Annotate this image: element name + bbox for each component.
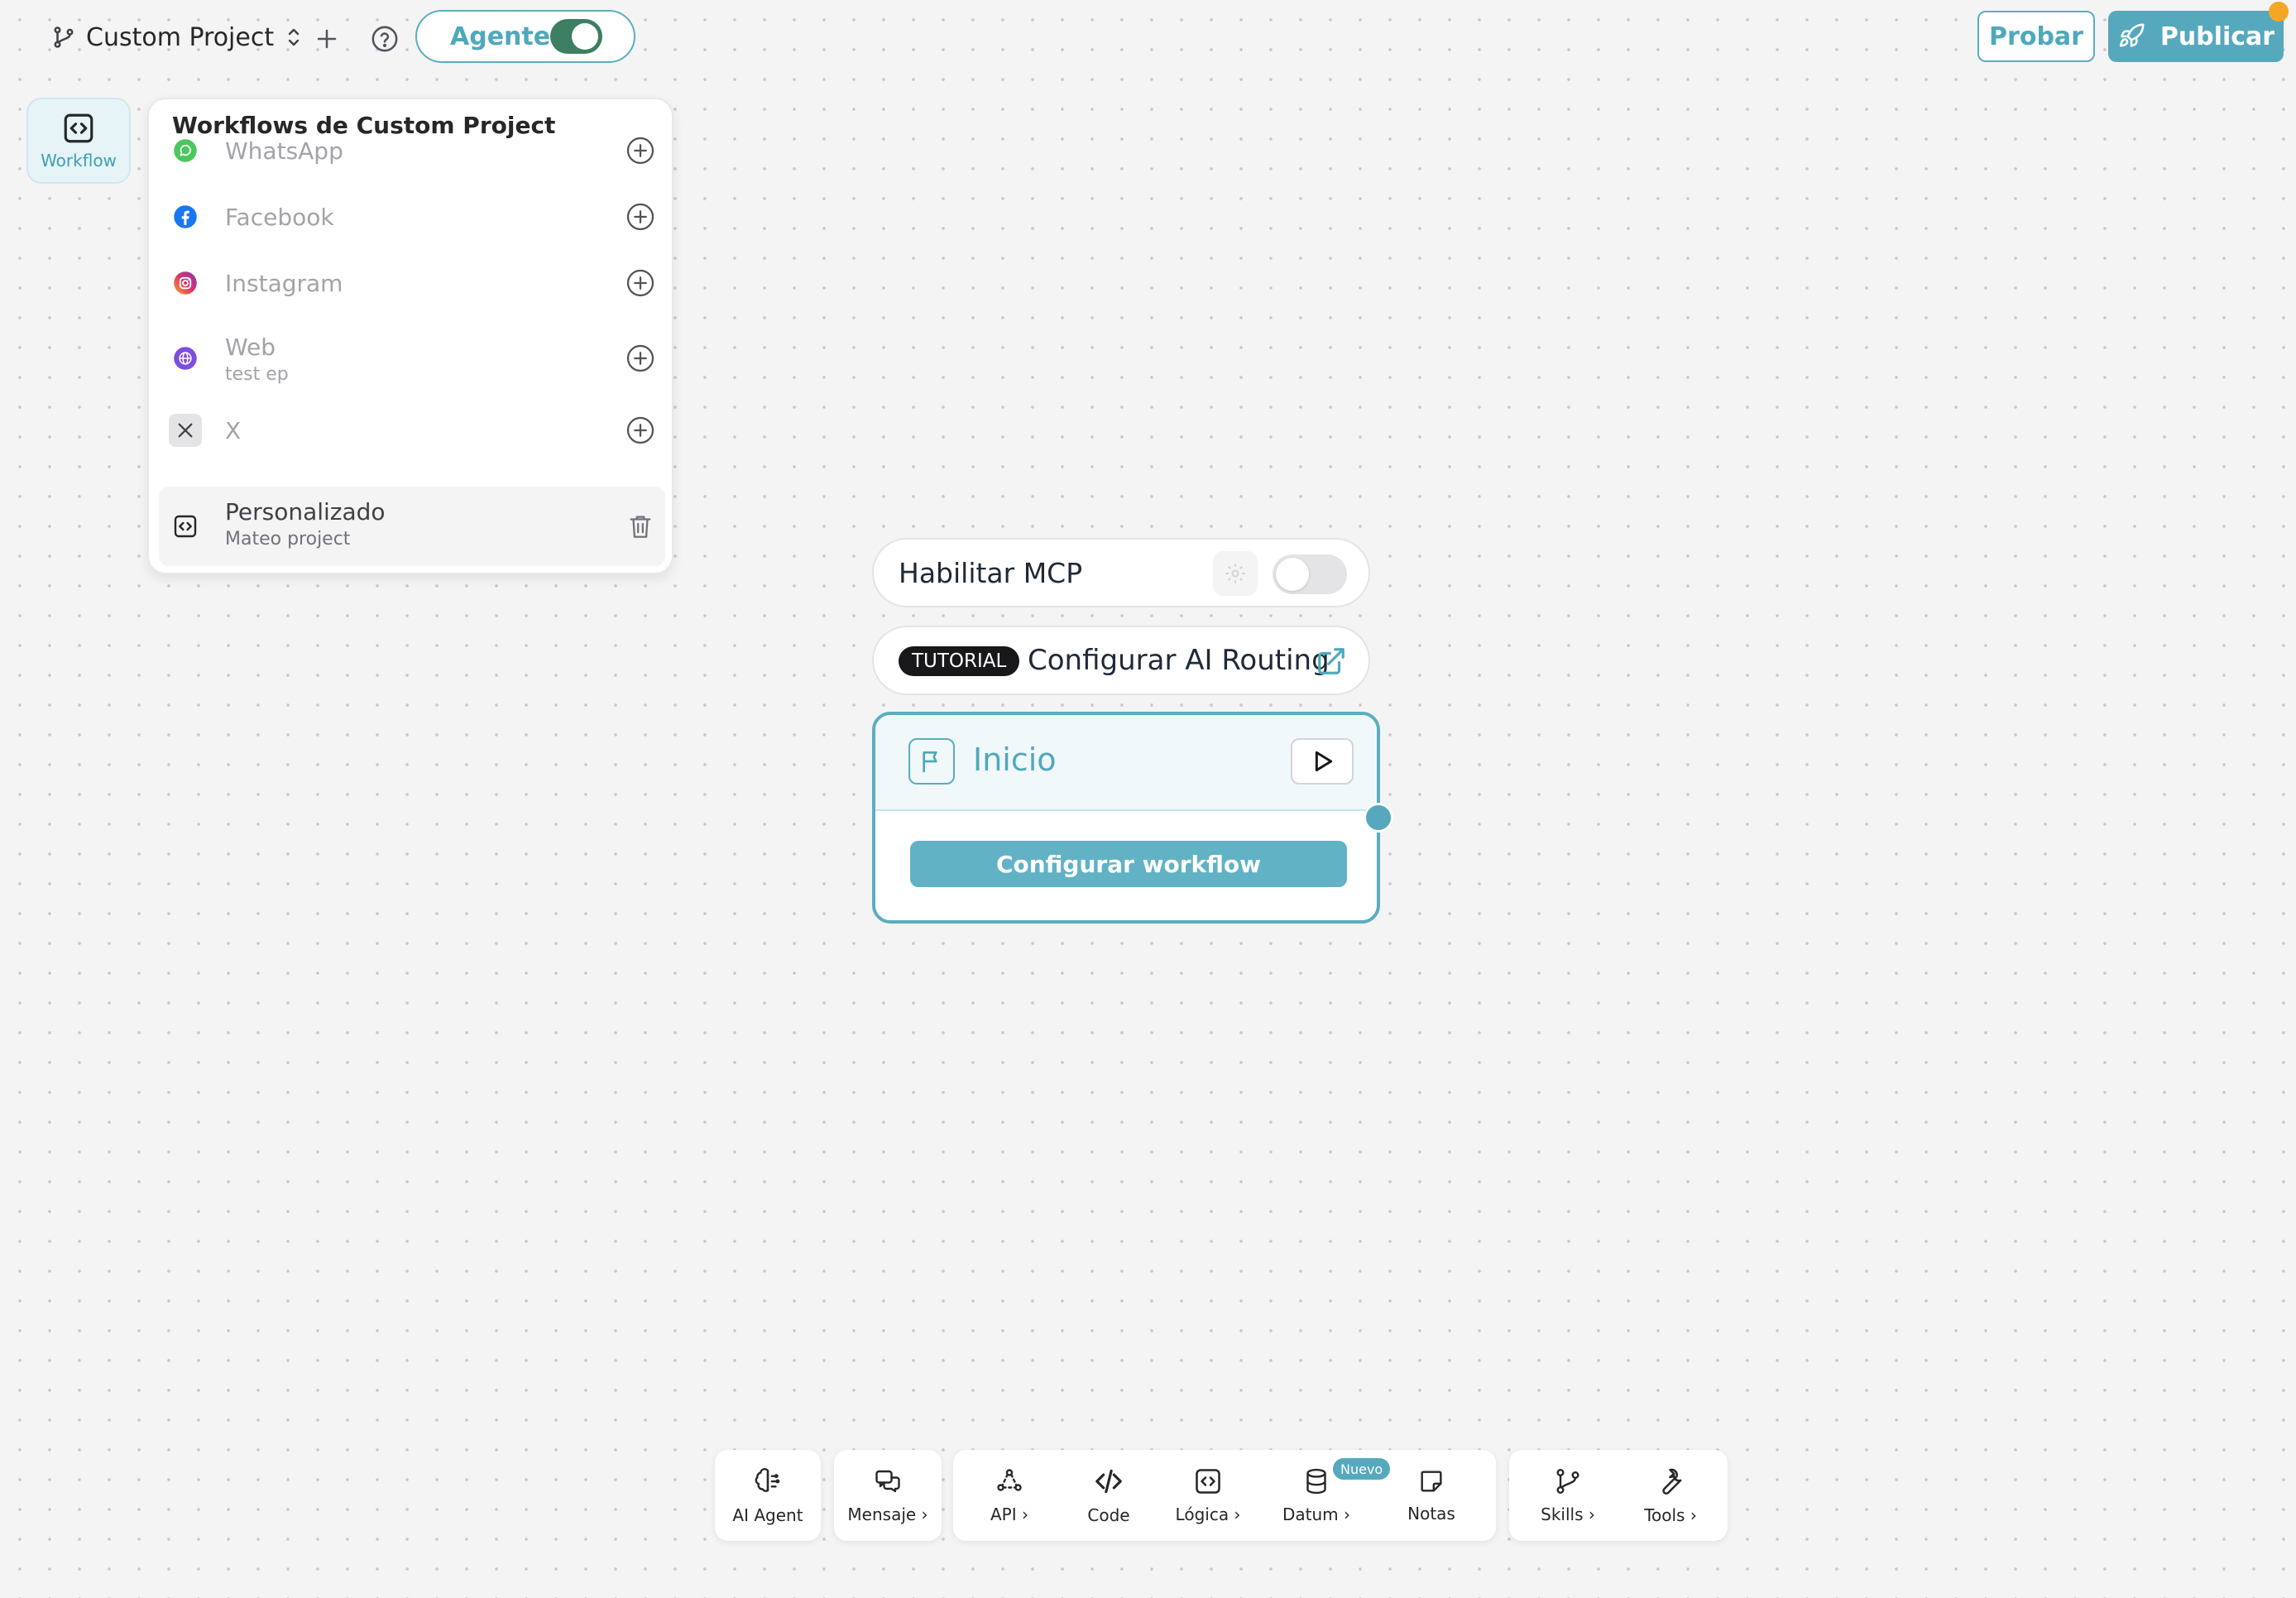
instagram-icon (172, 270, 199, 296)
branch-icon (51, 25, 76, 50)
workflow-item-name: Instagram (225, 269, 343, 297)
toolbar-api[interactable]: API › (970, 1450, 1049, 1541)
workflow-item-name: WhatsApp (225, 137, 343, 165)
tutorial-link[interactable]: TUTORIAL Configurar AI Routing (872, 626, 1370, 695)
x-icon (169, 414, 202, 447)
workflow-item-whatsapp[interactable]: WhatsApp (159, 124, 665, 177)
run-button[interactable] (1291, 738, 1354, 785)
start-node-title: Inicio (973, 741, 1057, 778)
nuevo-badge: Nuevo (1333, 1458, 1391, 1480)
probar-button[interactable]: Probar (1977, 11, 2095, 62)
workflow-item-x[interactable]: X (159, 404, 665, 457)
start-node[interactable]: Inicio Configurar workflow (872, 712, 1380, 924)
api-icon (995, 1466, 1024, 1496)
workflow-item-instagram[interactable]: Instagram (159, 257, 665, 310)
configure-workflow-button[interactable]: Configurar workflow (910, 841, 1347, 887)
toolbar-group-agent: AI Agent (715, 1450, 821, 1541)
toolbar-group-nodes: API › Code Lógica › Datum › Notas (953, 1450, 1496, 1541)
sidebar-workflow-button[interactable]: Workflow (26, 98, 131, 184)
trash-icon[interactable] (624, 510, 657, 543)
mcp-switch[interactable] (1273, 554, 1347, 594)
toolbar-logica[interactable]: Lógica › (1168, 1450, 1248, 1541)
wrench-icon (1655, 1466, 1686, 1497)
toolbar-ai-agent[interactable]: AI Agent (715, 1450, 821, 1541)
workflow-item-facebook[interactable]: Facebook (159, 190, 665, 243)
plus-icon (314, 26, 339, 51)
help-circle-icon (371, 25, 399, 53)
toolbar-label: Code (1087, 1505, 1130, 1525)
add-circle-icon[interactable] (624, 266, 657, 300)
message-icon (873, 1466, 903, 1496)
code-icon (172, 513, 199, 540)
toolbar-label: Tools › (1644, 1505, 1697, 1525)
start-node-header: Inicio (875, 715, 1377, 811)
publicar-label: Publicar (2159, 22, 2275, 51)
tutorial-label: Configurar AI Routing (1028, 644, 1330, 677)
notification-dot (2269, 2, 2289, 22)
facebook-icon (172, 204, 199, 230)
toolbar-notas[interactable]: Notas (1392, 1450, 1471, 1541)
toolbar-label: Datum › (1282, 1504, 1350, 1524)
toolbar-group-extensions: Skills › Tools › (1509, 1450, 1728, 1541)
toolbar-label: Skills › (1541, 1504, 1595, 1524)
workflow-item-subtitle: test ep (225, 364, 289, 385)
chevron-up-down-icon (284, 25, 304, 50)
agent-switch[interactable] (550, 19, 602, 54)
publicar-button[interactable]: Publicar (2108, 11, 2284, 62)
toolbar-label: Lógica › (1175, 1504, 1241, 1524)
logic-icon (1193, 1466, 1223, 1496)
workflow-item-name: Facebook (225, 203, 334, 231)
agent-toggle[interactable]: Agente (415, 10, 635, 63)
toolbar-mensaje[interactable]: Mensaje › (834, 1450, 942, 1541)
add-circle-icon[interactable] (624, 414, 657, 447)
workflow-item-personalizado[interactable]: Personalizado Mateo project (159, 487, 665, 566)
toolbar-skills[interactable]: Skills › (1522, 1450, 1613, 1541)
mcp-label: Habilitar MCP (899, 556, 1083, 589)
web-globe-icon (172, 345, 199, 372)
workflow-item-web[interactable]: Web test ep (159, 319, 665, 398)
sidebar-workflow-label: Workflow (41, 151, 117, 170)
toolbar-label: Mensaje › (847, 1504, 928, 1524)
configure-workflow-label: Configurar workflow (995, 850, 1262, 878)
connection-handle[interactable] (1364, 803, 1393, 833)
toolbar-tools[interactable]: Tools › (1625, 1450, 1716, 1541)
flag-icon (908, 738, 955, 785)
gear-icon[interactable] (1213, 551, 1258, 596)
workflow-item-subtitle: Mateo project (225, 529, 351, 549)
tutorial-badge: TUTORIAL (899, 646, 1020, 676)
workflow-item-name: X (225, 416, 242, 444)
project-name: Custom Project (86, 22, 275, 52)
help-button[interactable] (366, 20, 404, 58)
rocket-icon (2117, 22, 2145, 50)
code-icon (61, 111, 96, 146)
workflows-panel: Workflows de Custom Project WhatsApp Fac… (147, 98, 673, 574)
note-icon (1417, 1467, 1445, 1495)
workflow-item-name: Web (225, 334, 276, 361)
database-icon (1301, 1466, 1331, 1496)
code-brackets-icon (1093, 1466, 1124, 1497)
add-project-button[interactable] (308, 20, 346, 58)
mcp-toggle-card: Habilitar MCP (872, 538, 1370, 607)
add-circle-icon[interactable] (624, 200, 657, 233)
agent-label: Agente (450, 22, 551, 51)
probar-label: Probar (1989, 22, 2083, 51)
git-branch-icon (1553, 1466, 1583, 1496)
toolbar-label: AI Agent (732, 1505, 803, 1525)
brain-icon (752, 1466, 784, 1497)
toolbar-code[interactable]: Code (1069, 1450, 1148, 1541)
external-link-icon (1316, 645, 1347, 677)
toolbar-group-message: Mensaje › (834, 1450, 942, 1541)
add-circle-icon[interactable] (624, 342, 657, 375)
toolbar-label: API › (990, 1504, 1028, 1524)
add-circle-icon[interactable] (624, 134, 657, 167)
whatsapp-icon (172, 137, 199, 164)
project-selector[interactable]: Custom Project (51, 17, 304, 58)
toolbar-label: Notas (1407, 1504, 1455, 1524)
workflow-item-name: Personalizado (225, 498, 386, 525)
